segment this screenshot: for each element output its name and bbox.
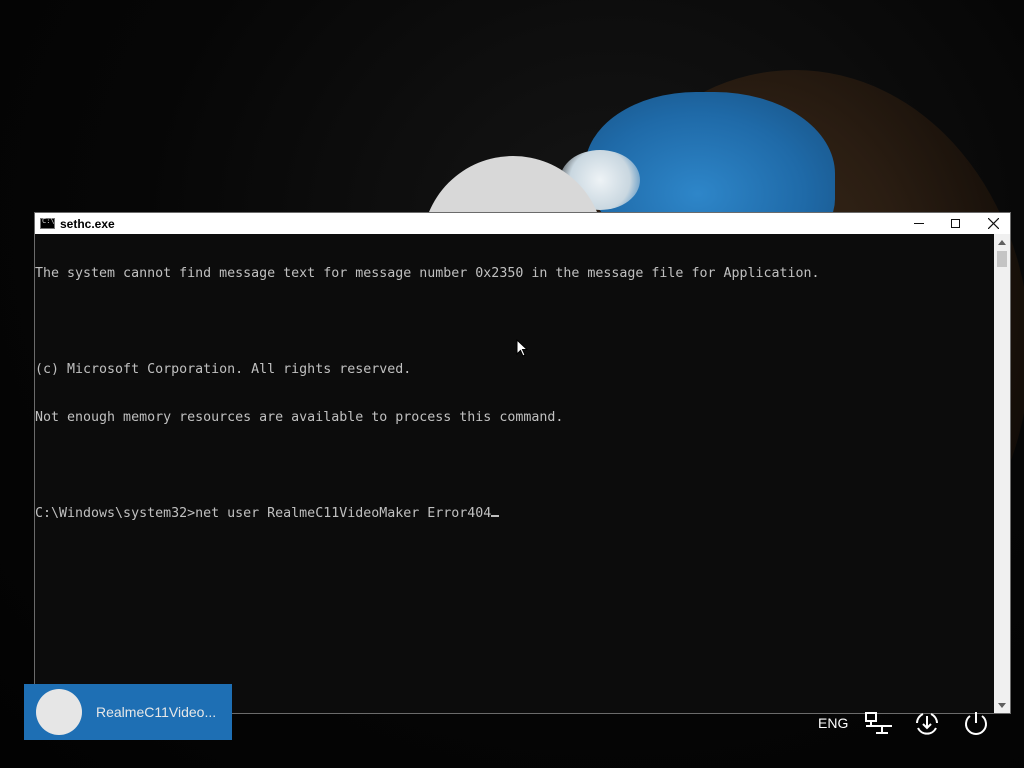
close-button[interactable] bbox=[975, 213, 1011, 234]
console-prompt-line[interactable]: C:\Windows\system32>net user RealmeC11Vi… bbox=[35, 506, 995, 522]
console-command[interactable]: C:\Windows\system32>net user RealmeC11Vi… bbox=[35, 506, 491, 521]
chevron-up-icon bbox=[998, 239, 1006, 245]
text-cursor bbox=[491, 515, 500, 517]
user-tile[interactable]: RealmeC11Video... bbox=[24, 684, 232, 740]
power-button[interactable] bbox=[959, 706, 993, 740]
console-icon bbox=[40, 217, 55, 229]
ease-of-access-button[interactable] bbox=[910, 706, 944, 740]
vertical-scrollbar[interactable] bbox=[994, 234, 1010, 713]
user-avatar bbox=[36, 689, 82, 735]
mouse-pointer-icon bbox=[516, 339, 528, 357]
chevron-down-icon bbox=[998, 702, 1006, 708]
scroll-down-button[interactable] bbox=[994, 697, 1010, 713]
maximize-icon bbox=[950, 219, 960, 228]
minimize-icon bbox=[914, 223, 924, 224]
console-line: The system cannot find message text for … bbox=[35, 266, 820, 281]
network-button[interactable] bbox=[862, 706, 896, 740]
console-output[interactable]: The system cannot find message text for … bbox=[35, 234, 995, 713]
network-icon bbox=[865, 712, 892, 734]
ease-of-access-icon bbox=[916, 713, 938, 735]
scrollbar-thumb[interactable] bbox=[997, 251, 1007, 267]
scroll-up-button[interactable] bbox=[994, 234, 1010, 250]
user-tile-name: RealmeC11Video... bbox=[96, 704, 217, 720]
console-window[interactable]: sethc.exe The system cannot find message… bbox=[34, 212, 1011, 714]
power-icon bbox=[965, 712, 987, 735]
window-title: sethc.exe bbox=[60, 216, 115, 231]
minimize-button[interactable] bbox=[901, 213, 937, 234]
console-line: (c) Microsoft Corporation. All rights re… bbox=[35, 362, 412, 377]
language-indicator[interactable]: ENG bbox=[818, 706, 848, 740]
maximize-button[interactable] bbox=[937, 213, 973, 234]
window-titlebar[interactable]: sethc.exe bbox=[35, 213, 1010, 234]
close-icon bbox=[987, 218, 999, 229]
console-line: Not enough memory resources are availabl… bbox=[35, 410, 564, 425]
